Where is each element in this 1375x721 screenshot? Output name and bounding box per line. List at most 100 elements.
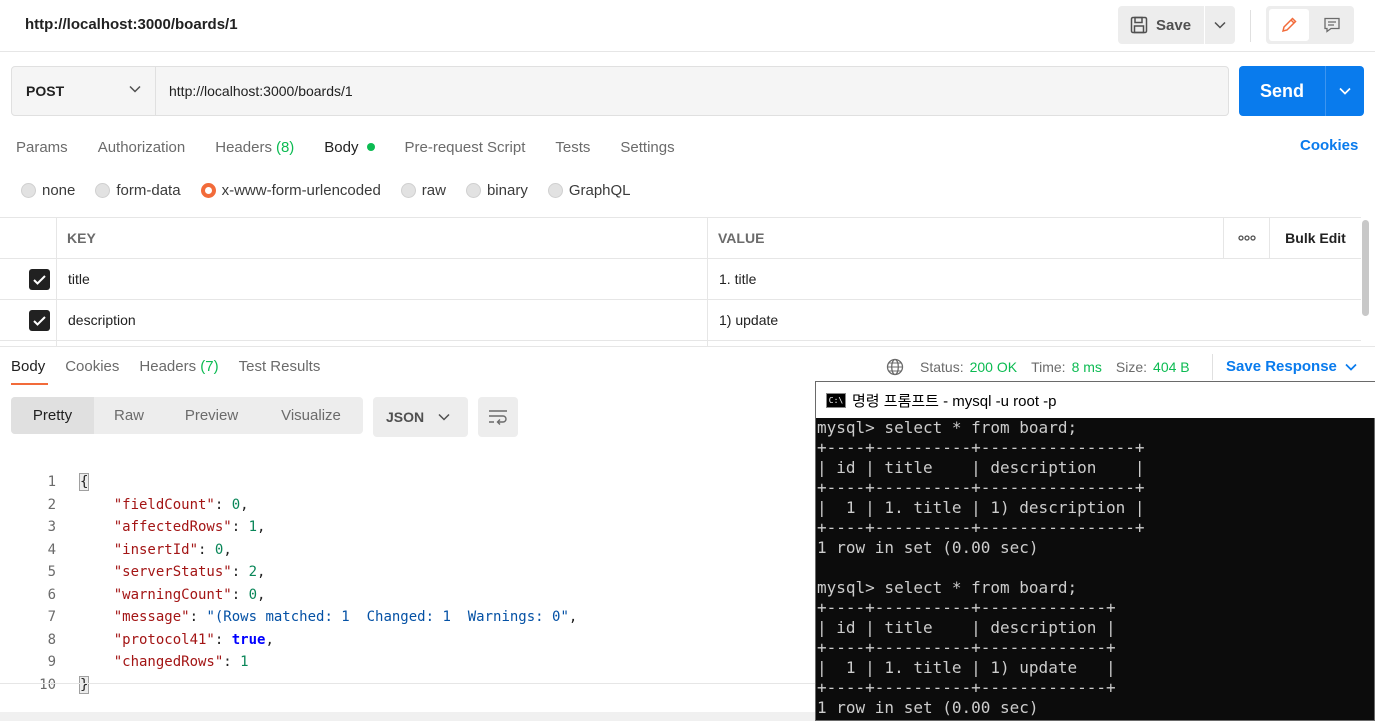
table-row: description 1) update (0, 300, 1361, 341)
terminal-line: +----+----------+----------------+ (817, 518, 1145, 537)
code-line: 2 "fieldCount": 0, (0, 472, 815, 513)
headers-count: (7) (200, 358, 219, 375)
chevron-down-icon (129, 85, 141, 93)
response-tab-test-results[interactable]: Test Results (239, 358, 321, 375)
radio-circle (547, 183, 563, 198)
check-icon (33, 315, 46, 326)
terminal-line: mysql> select * from board; (817, 578, 1078, 597)
view-mode-tabs: Pretty Raw Preview Visualize (11, 397, 363, 434)
table-scrollbar[interactable] (1362, 220, 1369, 316)
size-value[interactable]: 404 B (1153, 359, 1190, 375)
window-title-bar[interactable]: C:\ 명령 프롬프트 - mysql -u root -p (816, 382, 1375, 418)
tab-label: Test Results (238, 358, 321, 375)
edit-mode-button[interactable] (1269, 9, 1309, 41)
terminal-icon: C:\ (826, 392, 846, 408)
terminal-line: mysql> select * from board; (817, 418, 1078, 437)
value-cell[interactable]: 1. title (719, 259, 756, 299)
response-tab-headers[interactable]: Headers (7) (139, 358, 218, 375)
globe-icon[interactable] (886, 358, 904, 376)
radio-circle (465, 183, 481, 198)
code-line: 4 "insertId": 0, (0, 517, 815, 558)
divider (0, 683, 815, 684)
divider (1250, 10, 1251, 42)
chevron-down-icon (1339, 87, 1351, 95)
save-options-button[interactable] (1205, 6, 1235, 44)
radio-binary[interactable]: binary (465, 182, 528, 199)
chevron-down-icon (1214, 21, 1226, 29)
save-button[interactable]: Save (1118, 6, 1204, 44)
tab-body[interactable]: Body (324, 136, 375, 158)
code-line: 10} (0, 652, 815, 694)
tab-params[interactable]: Params (16, 136, 68, 158)
tab-pre-request-script[interactable]: Pre-request Script (405, 136, 526, 158)
tab-label: Params (16, 138, 68, 156)
method-select[interactable]: POST (12, 67, 156, 115)
radio-label: binary (486, 182, 528, 199)
view-tab-pretty[interactable]: Pretty (11, 397, 94, 434)
tab-label: Headers (215, 138, 272, 156)
top-bar: http://localhost:3000/boards/1 Save (0, 0, 1375, 52)
code-line: 1{ (0, 449, 815, 491)
tab-settings[interactable]: Settings (620, 136, 674, 158)
method-label: POST (26, 83, 65, 99)
terminal-output[interactable]: mysql> select * from board; +----+------… (816, 418, 1374, 720)
key-cell[interactable]: title (68, 259, 90, 299)
tab-label: Headers (139, 358, 197, 375)
format-select[interactable]: JSON (373, 397, 468, 437)
bulk-edit-button[interactable]: Bulk Edit (1269, 218, 1361, 258)
terminal-line: | id | title | description | (817, 458, 1145, 477)
more-options-button[interactable] (1223, 218, 1269, 258)
send-button[interactable]: Send (1239, 66, 1325, 116)
terminal-line: | 1 | 1. title | 1) update | (817, 658, 1116, 677)
window-title: 명령 프롬프트 - mysql -u root -p (852, 392, 1057, 410)
radio-circle (95, 183, 111, 198)
code-text: } (78, 674, 90, 696)
cookies-link[interactable]: Cookies (1300, 137, 1358, 154)
save-response-button[interactable]: Save Response (1226, 358, 1357, 375)
status-value[interactable]: 200 OK (970, 359, 1017, 375)
view-tab-preview[interactable]: Preview (164, 397, 259, 434)
view-tab-visualize[interactable]: Visualize (259, 397, 363, 434)
url-input[interactable]: http://localhost:3000/boards/1 (169, 83, 353, 99)
wrap-lines-button[interactable] (478, 397, 518, 437)
tab-tests[interactable]: Tests (555, 136, 590, 158)
view-tab-raw[interactable]: Raw (94, 397, 164, 434)
code-line: 7 "message": "(Rows matched: 1 Changed: … (0, 584, 815, 625)
row-checkbox[interactable] (29, 269, 50, 290)
response-tabs: Body Cookies Headers (7) Test Results (11, 358, 320, 375)
request-title[interactable]: http://localhost:3000/boards/1 (25, 16, 238, 33)
radio-x-www-form-urlencoded[interactable]: x-www-form-urlencoded (200, 182, 381, 199)
response-divider[interactable] (0, 346, 1375, 347)
tab-label: Pre-request Script (404, 138, 526, 156)
key-cell[interactable]: description (68, 300, 136, 340)
key-header: KEY (67, 230, 96, 246)
radio-none[interactable]: none (21, 182, 75, 199)
tab-authorization[interactable]: Authorization (98, 136, 186, 158)
radio-circle (400, 183, 416, 198)
code-line: 5 "serverStatus": 2, (0, 539, 815, 580)
tab-label: Cookies (65, 358, 120, 375)
tab-label: Authorization (97, 138, 186, 156)
response-tab-cookies[interactable]: Cookies (65, 358, 119, 375)
row-checkbox[interactable] (29, 310, 50, 331)
send-options-button[interactable] (1325, 66, 1364, 116)
line-number: 10 (39, 676, 56, 693)
radio-graphql[interactable]: GraphQL (547, 182, 631, 199)
command-prompt-window[interactable]: C:\ 명령 프롬프트 - mysql -u root -p mysql> se… (815, 381, 1375, 721)
value-cell[interactable]: 1) update (719, 300, 778, 340)
code-line: 3 "affectedRows": 1, (0, 494, 815, 535)
tab-headers[interactable]: Headers (8) (215, 136, 294, 158)
active-tab-underline (11, 383, 48, 385)
params-table: KEY VALUE Bulk Edit title 1. title descr… (0, 217, 1361, 346)
size-label: Size: (1115, 359, 1148, 375)
code-line: 6 "warningCount": 0, (0, 562, 815, 603)
save-icon (1130, 16, 1148, 34)
radio-form-data[interactable]: form-data (95, 182, 181, 199)
time-value[interactable]: 8 ms (1072, 359, 1102, 375)
comment-mode-button[interactable] (1312, 9, 1352, 41)
terminal-line: +----+----------+----------------+ (817, 478, 1145, 497)
response-tab-body[interactable]: Body (11, 358, 45, 375)
radio-raw[interactable]: raw (400, 182, 446, 199)
terminal-line: +----+----------+-------------+ (817, 598, 1116, 617)
time-label: Time: (1031, 359, 1066, 375)
